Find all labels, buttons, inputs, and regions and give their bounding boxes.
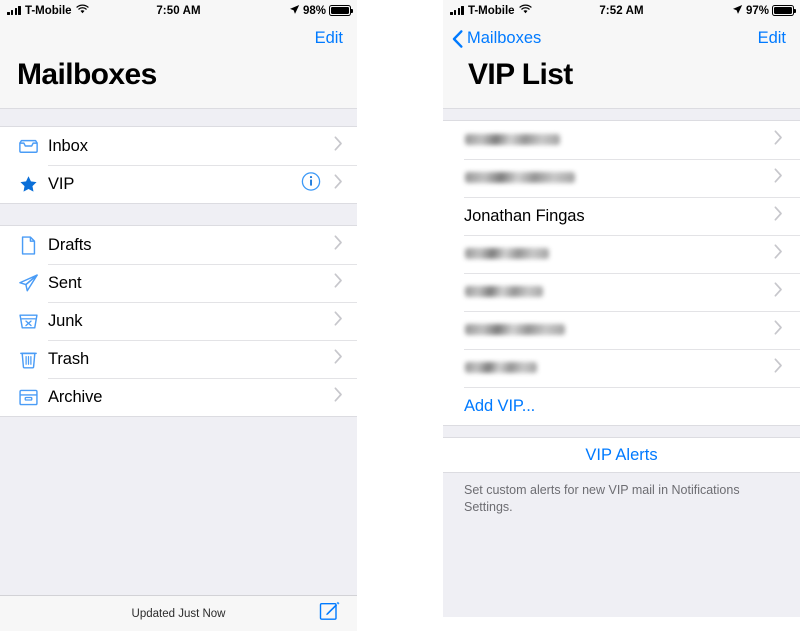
mailbox-row-trash[interactable]: Trash bbox=[0, 340, 357, 378]
chevron-left-icon bbox=[452, 29, 463, 48]
vip-list-screen: T-Mobile 7:52 AM 97% Mailboxes Edit VIP … bbox=[443, 0, 800, 631]
add-vip-row[interactable]: Add VIP... bbox=[443, 387, 800, 425]
chevron-right-icon bbox=[334, 174, 343, 194]
bottom-toolbar: Updated Just Now bbox=[0, 595, 357, 631]
mailbox-group-primary: Inbox VIP bbox=[0, 127, 357, 203]
page-title: VIP List bbox=[443, 56, 800, 108]
location-arrow-icon bbox=[732, 4, 743, 18]
vip-contact-name bbox=[460, 245, 800, 264]
back-button-label: Mailboxes bbox=[467, 29, 542, 47]
chevron-right-icon bbox=[774, 358, 783, 378]
nav-bar-right: Mailboxes Edit VIP List bbox=[443, 21, 800, 108]
chevron-right-icon bbox=[774, 244, 783, 264]
redacted-name bbox=[465, 247, 549, 259]
redacted-name bbox=[465, 171, 575, 183]
info-button[interactable] bbox=[301, 172, 321, 197]
add-vip-label: Add VIP... bbox=[464, 396, 536, 415]
edit-button[interactable]: Edit bbox=[758, 29, 786, 48]
location-arrow-icon bbox=[289, 4, 300, 18]
update-status-label: Updated Just Now bbox=[131, 607, 226, 620]
star-icon bbox=[17, 173, 48, 196]
vip-contact-row[interactable] bbox=[443, 235, 800, 273]
section-gap-middle bbox=[0, 203, 357, 226]
mailbox-row-inbox[interactable]: Inbox bbox=[0, 127, 357, 165]
vip-contact-row[interactable] bbox=[443, 311, 800, 349]
chevron-right-icon bbox=[774, 206, 783, 226]
chevron-right-icon bbox=[774, 282, 783, 302]
mailbox-row-label: Drafts bbox=[48, 235, 92, 254]
status-bar-right: T-Mobile 7:52 AM 97% bbox=[443, 0, 800, 21]
mailbox-row-archive[interactable]: Archive bbox=[0, 378, 357, 416]
vip-contact-row[interactable] bbox=[443, 121, 800, 159]
vip-contact-name bbox=[460, 321, 800, 340]
chevron-right-icon bbox=[334, 387, 343, 407]
mailbox-row-label: Sent bbox=[48, 273, 82, 292]
empty-area-right bbox=[443, 515, 800, 617]
battery-percent-label: 98% bbox=[302, 4, 326, 17]
status-bar-right-group: 98% bbox=[289, 4, 353, 18]
redacted-name bbox=[465, 133, 560, 145]
nav-row-left: Edit bbox=[0, 21, 357, 56]
vip-contact-row[interactable] bbox=[443, 273, 800, 311]
vip-contact-name bbox=[460, 169, 800, 188]
nav-row-right: Mailboxes Edit bbox=[443, 21, 800, 56]
battery-full-icon bbox=[329, 5, 353, 16]
mailbox-row-vip[interactable]: VIP bbox=[0, 165, 357, 203]
mailbox-row-junk[interactable]: Junk bbox=[0, 302, 357, 340]
archive-box-icon bbox=[17, 386, 48, 409]
section-gap-top bbox=[0, 108, 357, 127]
section-gap-top bbox=[443, 108, 800, 121]
mailbox-row-label: Junk bbox=[48, 311, 83, 330]
chevron-right-icon bbox=[334, 311, 343, 331]
vip-contact-name bbox=[460, 131, 800, 150]
status-bar-left: T-Mobile 7:50 AM 98% bbox=[0, 0, 357, 21]
vip-contacts-group: Jonathan Fingas Add VIP... bbox=[443, 121, 800, 425]
chevron-right-icon bbox=[774, 168, 783, 188]
status-bar-right-group: 97% bbox=[732, 4, 796, 18]
page-title: Mailboxes bbox=[0, 56, 357, 108]
mailbox-row-drafts[interactable]: Drafts bbox=[0, 226, 357, 264]
chevron-right-icon bbox=[334, 235, 343, 255]
inbox-tray-icon bbox=[17, 135, 48, 158]
nav-bar-left: Edit Mailboxes bbox=[0, 21, 357, 108]
document-icon bbox=[17, 234, 48, 257]
vip-contact-name bbox=[460, 359, 800, 378]
vip-contact-row[interactable] bbox=[443, 349, 800, 387]
vip-contact-row[interactable]: Jonathan Fingas bbox=[443, 197, 800, 235]
redacted-name bbox=[465, 323, 565, 335]
mailboxes-screen: T-Mobile 7:50 AM 98% Edit Mailboxes Inbo… bbox=[0, 0, 357, 631]
empty-area-left bbox=[0, 416, 357, 602]
battery-percent-label: 97% bbox=[745, 4, 769, 17]
vip-contact-name: Jonathan Fingas bbox=[464, 206, 585, 225]
mailbox-row-sent[interactable]: Sent bbox=[0, 264, 357, 302]
vip-contact-name bbox=[460, 283, 800, 302]
junk-bin-icon bbox=[17, 310, 48, 333]
mailbox-row-label: Inbox bbox=[48, 136, 88, 155]
section-gap-alerts bbox=[443, 425, 800, 438]
redacted-name bbox=[465, 285, 543, 297]
battery-full-icon bbox=[772, 5, 796, 16]
mailbox-group-secondary: Drafts Sent Junk Trash Archive bbox=[0, 226, 357, 416]
back-button[interactable]: Mailboxes bbox=[452, 29, 541, 48]
mailbox-row-label: Archive bbox=[48, 387, 103, 406]
vip-alerts-footer-note: Set custom alerts for new VIP mail in No… bbox=[443, 472, 800, 516]
chevron-right-icon bbox=[774, 320, 783, 340]
chevron-right-icon bbox=[334, 273, 343, 293]
mailbox-row-label: Trash bbox=[48, 349, 90, 368]
screenshot-stage: T-Mobile 7:50 AM 98% Edit Mailboxes Inbo… bbox=[0, 0, 800, 631]
redacted-name bbox=[465, 361, 537, 373]
paper-plane-icon bbox=[17, 272, 48, 295]
compose-icon[interactable] bbox=[319, 600, 341, 627]
chevron-right-icon bbox=[774, 130, 783, 150]
vip-alerts-button[interactable]: VIP Alerts bbox=[443, 438, 800, 472]
chevron-right-icon bbox=[334, 136, 343, 156]
edit-button[interactable]: Edit bbox=[315, 29, 343, 48]
chevron-right-icon bbox=[334, 349, 343, 369]
trash-icon bbox=[17, 348, 48, 371]
vip-contact-row[interactable] bbox=[443, 159, 800, 197]
